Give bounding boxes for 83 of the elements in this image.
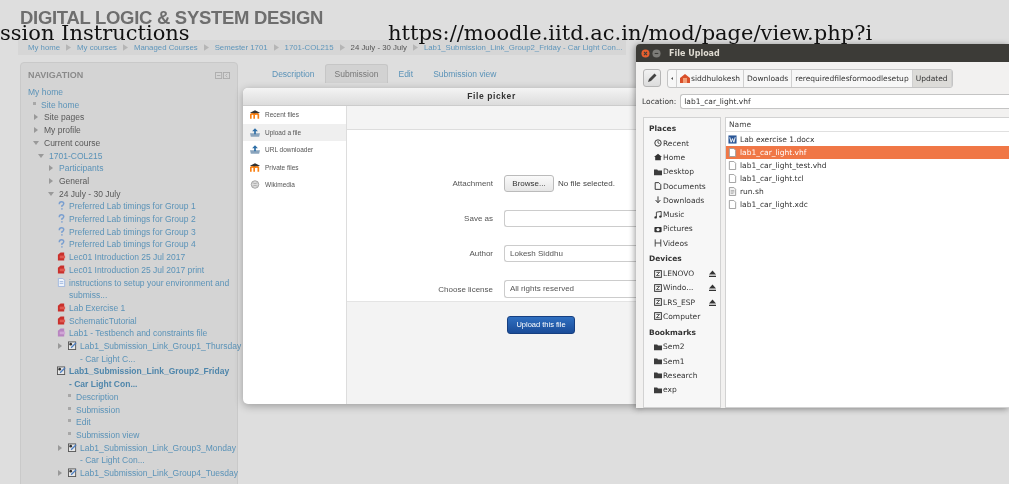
navigation-item[interactable]: 24 July - 30 July	[59, 187, 231, 201]
minimize-icon[interactable]	[652, 48, 661, 58]
document-icon	[654, 182, 662, 191]
browse-button[interactable]: Browse...	[504, 175, 554, 192]
expand-arrow-icon[interactable]	[33, 114, 39, 121]
download-icon	[654, 196, 662, 205]
moodle-icon	[250, 162, 260, 172]
bullet-icon	[68, 406, 71, 410]
expand-arrow-icon[interactable]	[38, 152, 44, 159]
drive-icon	[654, 312, 662, 321]
edit-location-button[interactable]	[643, 69, 661, 87]
scroll-left-button[interactable]	[668, 69, 677, 87]
field-label: Author	[468, 249, 493, 258]
field-label: Attachment	[451, 179, 493, 188]
breadcrumb-separator-icon	[339, 44, 345, 51]
course-heading: DIGITAL LOGIC & SYSTEM DESIGN	[20, 9, 324, 26]
camera-icon	[654, 224, 662, 233]
page-icon	[57, 277, 66, 287]
globe-icon	[250, 180, 260, 190]
pdf-icon	[57, 264, 66, 274]
bullet-icon	[33, 101, 36, 105]
eject-icon[interactable]	[709, 298, 716, 306]
bullet-icon	[68, 419, 71, 423]
script-icon	[728, 187, 737, 196]
close-icon[interactable]	[641, 48, 650, 58]
breadcrumb-separator-icon	[412, 44, 418, 51]
expand-arrow-icon[interactable]	[57, 343, 63, 350]
assignment-icon	[68, 442, 77, 452]
pencil-icon	[647, 73, 657, 83]
moodle-icon	[250, 110, 260, 120]
clock-icon	[654, 139, 662, 148]
navigation-item[interactable]: My profile	[44, 124, 231, 137]
breadcrumb-separator-icon	[122, 44, 128, 51]
expand-arrow-icon[interactable]	[48, 177, 54, 184]
drive-icon	[654, 283, 662, 292]
expand-arrow-icon[interactable]	[48, 190, 54, 197]
navigation-item[interactable]: Current course	[44, 136, 231, 150]
home-folder-icon	[680, 73, 690, 83]
question-icon	[57, 239, 66, 249]
left-arrow-icon	[671, 75, 673, 81]
expand-arrow-icon[interactable]	[33, 127, 39, 134]
file-status: No file selected.	[558, 179, 615, 188]
navigation-item[interactable]: Lab1_Submission_Link_Group2_Friday - Car Light Con...	[69, 365, 231, 391]
assignment-icon	[68, 468, 77, 478]
file-icon	[57, 328, 66, 338]
drive-icon	[654, 298, 662, 307]
upload-icon	[250, 127, 260, 137]
pdf-icon	[57, 252, 66, 262]
film-icon	[654, 239, 662, 248]
breadcrumb-separator-icon	[66, 44, 72, 51]
bullet-icon	[68, 393, 71, 397]
assignment-icon	[68, 341, 77, 351]
word-document-icon	[728, 135, 737, 144]
upload-icon	[250, 145, 260, 155]
bullet-icon	[68, 432, 71, 435]
field-label: Choose license	[437, 284, 493, 294]
expand-arrow-icon[interactable]	[33, 139, 39, 146]
breadcrumb-separator-icon	[273, 44, 279, 51]
question-icon	[57, 226, 66, 236]
expand-arrow-icon[interactable]	[48, 165, 54, 172]
home-icon	[654, 153, 662, 162]
folder-icon	[654, 167, 662, 176]
file-icon	[728, 200, 737, 209]
eject-icon[interactable]	[709, 284, 716, 292]
field-label: Save as	[463, 214, 493, 223]
eject-icon[interactable]	[709, 270, 716, 277]
expand-arrow-icon[interactable]	[57, 470, 63, 477]
overlay-text: ssion Instructions	[0, 26, 190, 40]
pdf-icon	[57, 302, 66, 312]
navigation-item[interactable]: General	[59, 174, 231, 188]
window-title: File Upload	[669, 48, 720, 58]
assignment-icon	[57, 366, 66, 376]
question-icon	[57, 214, 66, 224]
drive-icon	[654, 269, 662, 278]
block-title: NAVIGATION	[28, 70, 84, 80]
block-controls-icon[interactable]	[215, 71, 231, 79]
tab[interactable]: Submission	[324, 64, 389, 83]
question-icon	[57, 201, 66, 211]
expand-arrow-icon[interactable]	[57, 444, 63, 451]
music-icon	[654, 210, 662, 219]
breadcrumb-separator-icon	[203, 44, 209, 51]
pdf-icon	[57, 315, 66, 325]
navigation-item[interactable]: Site pages	[44, 111, 231, 125]
